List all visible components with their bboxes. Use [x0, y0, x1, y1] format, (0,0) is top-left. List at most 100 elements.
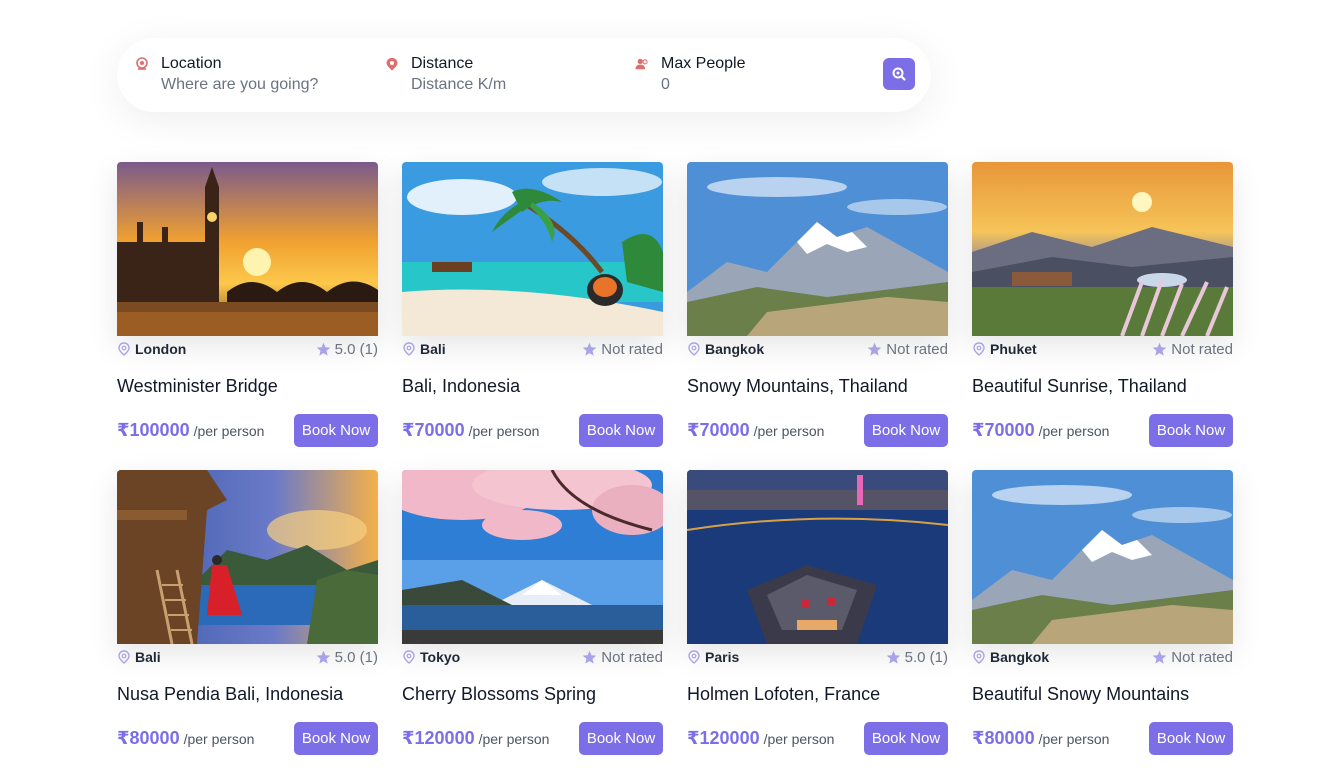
tour-card: Bali 5.0 (1) Nusa Pendia Bali, Indonesia…: [117, 470, 378, 755]
city-label: Phuket: [972, 341, 1037, 357]
city-label: Bangkok: [687, 341, 764, 357]
star-icon: [583, 650, 597, 664]
star-icon: [1153, 342, 1167, 356]
price: ₹80000 /per person: [117, 728, 254, 749]
price-unit: /per person: [468, 423, 540, 439]
max-people-field[interactable]: Max People 0: [635, 54, 746, 96]
price-amount: ₹120000: [687, 728, 760, 748]
book-now-button[interactable]: Book Now: [579, 414, 663, 447]
book-now-button[interactable]: Book Now: [579, 722, 663, 755]
star-icon: [1153, 650, 1167, 664]
price-amount: ₹70000: [402, 420, 465, 440]
book-now-button[interactable]: Book Now: [864, 414, 948, 447]
tour-title[interactable]: Westminister Bridge: [117, 376, 378, 402]
tour-title[interactable]: Holmen Lofoten, France: [687, 684, 948, 710]
location-label: Location: [161, 55, 222, 72]
city-name: London: [135, 341, 187, 357]
city-name: Phuket: [990, 341, 1037, 357]
book-now-button[interactable]: Book Now: [864, 722, 948, 755]
rating-text: 5.0 (1): [904, 648, 948, 666]
price-unit: /per person: [478, 731, 550, 747]
price-amount: ₹120000: [402, 728, 475, 748]
rating: 5.0 (1): [886, 649, 948, 666]
distance-field[interactable]: Distance Distance K/m: [385, 54, 506, 96]
location-pin-icon: [688, 650, 700, 664]
users-icon: [635, 58, 648, 70]
rating-text: Not rated: [886, 340, 948, 358]
price-unit: /per person: [183, 731, 255, 747]
location-pin-icon: [973, 342, 985, 356]
tour-image[interactable]: [402, 470, 663, 644]
city-name: Bali: [135, 649, 161, 665]
price-unit: /per person: [763, 731, 835, 747]
city-label: Bali: [402, 341, 446, 357]
price-amount: ₹70000: [972, 420, 1035, 440]
rating-text: Not rated: [601, 340, 663, 358]
distance-label: Distance: [411, 55, 474, 72]
location-input[interactable]: Where are you going?: [161, 74, 318, 96]
tour-title[interactable]: Bali, Indonesia: [402, 376, 663, 402]
city-name: Bali: [420, 341, 446, 357]
price: ₹70000 /per person: [402, 420, 539, 441]
tour-card: London 5.0 (1) Westminister Bridge ₹1000…: [117, 162, 378, 447]
city-label: London: [117, 341, 186, 357]
city-label: Tokyo: [402, 649, 460, 665]
tour-image[interactable]: [117, 162, 378, 336]
rating: Not rated: [867, 341, 948, 358]
price: ₹70000 /per person: [972, 420, 1109, 441]
search-button[interactable]: [883, 58, 915, 90]
tour-card: Bali Not rated Bali, Indonesia ₹70000 /p…: [402, 162, 663, 447]
city-label: Bali: [117, 649, 161, 665]
rating: 5.0 (1): [316, 649, 378, 666]
price-amount: ₹80000: [972, 728, 1035, 748]
tour-image[interactable]: [687, 470, 948, 644]
tour-image[interactable]: [687, 162, 948, 336]
tour-image[interactable]: [117, 470, 378, 644]
price-unit: /per person: [753, 423, 825, 439]
rating-text: Not rated: [601, 648, 663, 666]
rating: Not rated: [582, 341, 663, 358]
tour-card: Phuket Not rated Beautiful Sunrise, Thai…: [972, 162, 1233, 447]
price: ₹70000 /per person: [687, 420, 824, 441]
city-name: Bangkok: [705, 341, 765, 357]
price-amount: ₹70000: [687, 420, 750, 440]
tour-card: Paris 5.0 (1) Holmen Lofoten, France ₹12…: [687, 470, 948, 755]
city-name: Bangkok: [990, 649, 1050, 665]
tour-title[interactable]: Beautiful Sunrise, Thailand: [972, 376, 1233, 402]
star-icon: [316, 650, 330, 664]
tour-title[interactable]: Beautiful Snowy Mountains: [972, 684, 1233, 710]
book-now-button[interactable]: Book Now: [1149, 414, 1233, 447]
tour-title[interactable]: Cherry Blossoms Spring: [402, 684, 663, 710]
city-name: Paris: [705, 649, 740, 665]
location-pin-icon: [118, 650, 130, 664]
city-name: Tokyo: [420, 649, 461, 665]
rating-text: 5.0 (1): [334, 648, 378, 666]
location-pin-icon: [688, 342, 700, 356]
tour-card: Bangkok Not rated Beautiful Snowy Mounta…: [972, 470, 1233, 755]
rating: Not rated: [1152, 649, 1233, 666]
tour-title[interactable]: Nusa Pendia Bali, Indonesia: [117, 684, 378, 710]
tour-image[interactable]: [972, 470, 1233, 644]
tour-image[interactable]: [972, 162, 1233, 336]
price-amount: ₹80000: [117, 728, 180, 748]
map-pin-icon: [386, 58, 398, 71]
rating: Not rated: [582, 649, 663, 666]
book-now-button[interactable]: Book Now: [294, 722, 378, 755]
book-now-button[interactable]: Book Now: [1149, 722, 1233, 755]
location-pin-icon: [403, 650, 415, 664]
location-pin-icon: [403, 342, 415, 356]
price-unit: /per person: [1038, 423, 1110, 439]
price: ₹120000 /per person: [402, 728, 549, 749]
price-unit: /per person: [193, 423, 265, 439]
book-now-button[interactable]: Book Now: [294, 414, 378, 447]
tour-image[interactable]: [402, 162, 663, 336]
price-unit: /per person: [1038, 731, 1110, 747]
max-people-input[interactable]: 0: [661, 74, 746, 96]
tour-card: Tokyo Not rated Cherry Blossoms Spring ₹…: [402, 470, 663, 755]
distance-input[interactable]: Distance K/m: [411, 74, 506, 96]
rating-text: Not rated: [1171, 648, 1233, 666]
location-field[interactable]: Location Where are you going?: [135, 54, 318, 96]
star-icon: [583, 342, 597, 356]
tour-title[interactable]: Snowy Mountains, Thailand: [687, 376, 948, 402]
star-icon: [886, 650, 900, 664]
